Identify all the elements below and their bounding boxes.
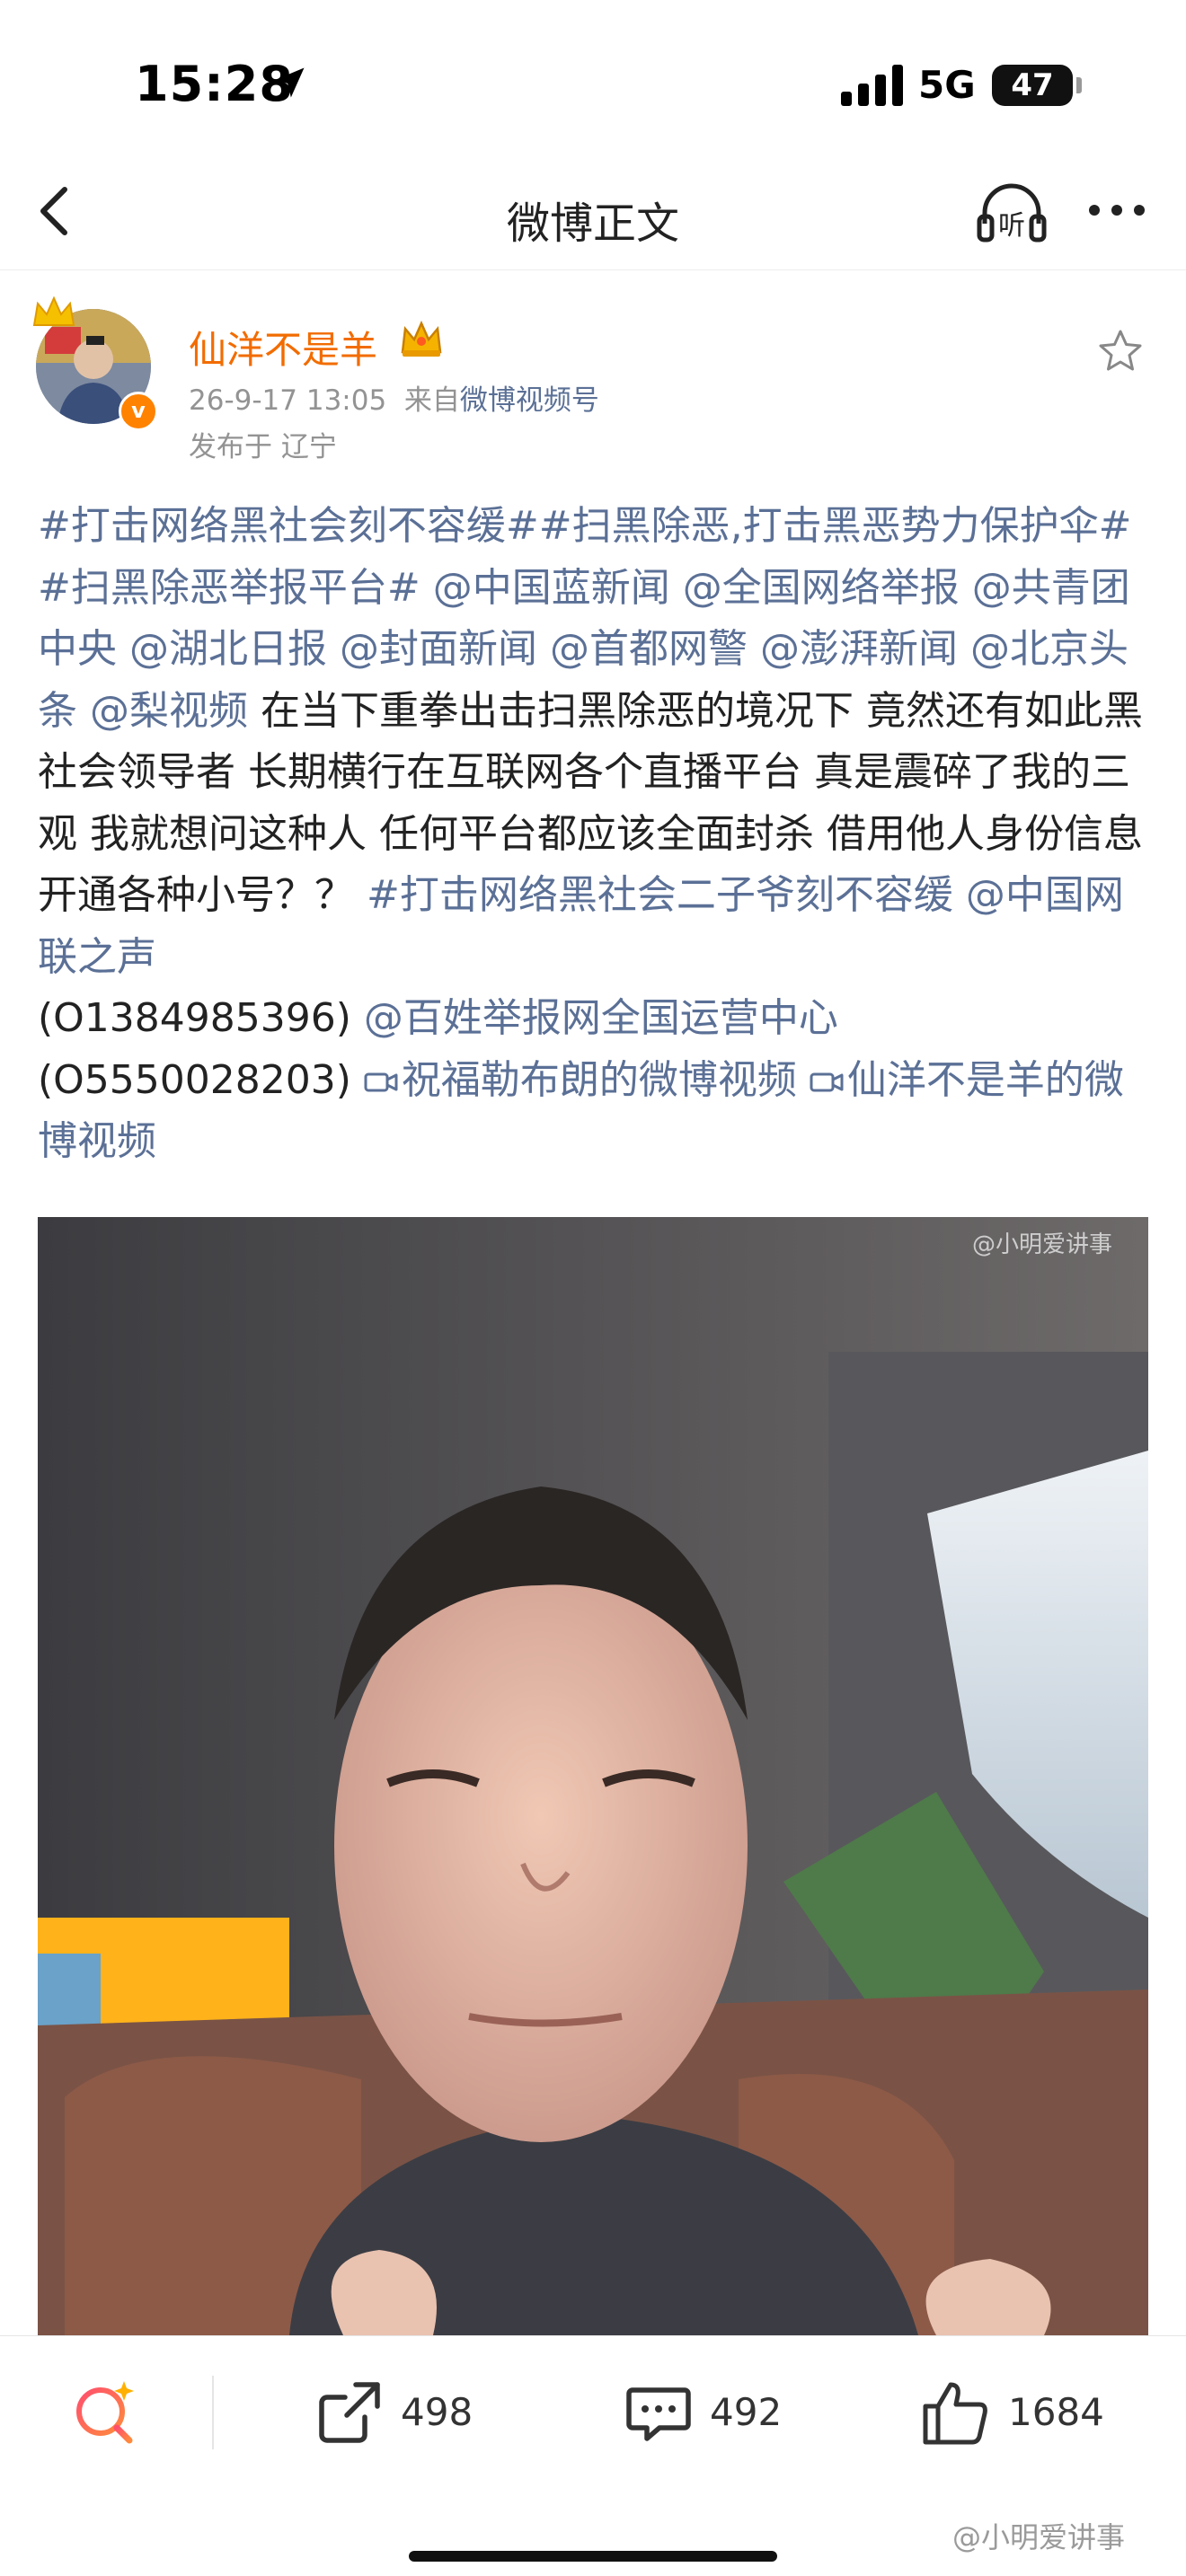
like-count: 1684 — [1008, 2390, 1104, 2434]
video-link[interactable]: 祝福勒布朗的微博视频 — [364, 1057, 797, 1103]
hashtag-link[interactable]: #打击网络黑社会刻不容缓# — [38, 503, 539, 549]
mention-link[interactable]: @梨视频 — [77, 688, 248, 734]
favorite-star-icon[interactable] — [1096, 327, 1145, 375]
phone-text: (O5550028203) — [38, 1056, 351, 1103]
member-crown-icon[interactable] — [397, 318, 446, 359]
hashtag-link[interactable]: #扫黑除恶举报平台# — [38, 565, 420, 611]
video-camera-icon — [810, 1072, 844, 1091]
mention-link[interactable]: @百姓举报网全国运营中心 — [351, 995, 838, 1041]
video-link-label: 祝福勒布朗的微博视频 — [401, 1056, 797, 1103]
video-player[interactable]: @小明爱讲事 — [38, 1217, 1148, 2335]
author-name[interactable]: 仙洋不是羊 — [189, 320, 377, 375]
share-icon — [319, 2382, 380, 2443]
post-location: 发布于 辽宁 — [189, 431, 337, 463]
battery-cap — [1076, 77, 1082, 93]
battery-icon: 47 — [992, 65, 1073, 106]
post-content: #打击网络黑社会刻不容缓##扫黑除恶,打击黑恶势力保护伞##扫黑除恶举报平台# … — [38, 496, 1152, 1173]
location-arrow-icon — [274, 67, 305, 98]
mention-link[interactable]: @封面新闻 — [327, 626, 537, 672]
mention-link[interactable]: @中国蓝新闻 — [420, 565, 670, 611]
network-type: 5G — [918, 63, 976, 107]
status-bar: 15:28 5G 47 — [0, 0, 1186, 157]
post-meta: 26-9-17 13:05 来自微博视频号 — [189, 377, 599, 418]
verified-badge-icon: v — [119, 392, 158, 431]
listen-headphones-icon[interactable]: 听 — [976, 177, 1048, 247]
mention-link[interactable]: @首都网警 — [537, 626, 748, 672]
mention-link[interactable]: @湖北日报 — [117, 626, 327, 672]
video-camera-icon — [364, 1072, 398, 1091]
ai-search-icon[interactable] — [70, 2376, 142, 2448]
action-divider — [212, 2376, 214, 2449]
listen-label: 听 — [998, 210, 1025, 242]
mention-link[interactable]: @澎湃新闻 — [748, 626, 958, 672]
comment-icon — [626, 2387, 691, 2441]
phone-text: (O1384985396) — [38, 995, 351, 1041]
video-frame-image — [38, 1217, 1148, 2335]
thumbs-up-icon — [923, 2382, 987, 2445]
hashtag-link[interactable]: #打击网络黑社会二子爷刻不容缓 — [367, 872, 953, 918]
home-indicator[interactable] — [409, 2551, 777, 2562]
crown-badge-icon — [32, 296, 75, 326]
more-options-icon[interactable] — [1085, 198, 1148, 222]
hashtag-link[interactable]: #扫黑除恶,打击黑恶势力保护伞# — [539, 503, 1132, 549]
action-bar: 498 492 1684 — [0, 2335, 1186, 2489]
mention-link[interactable]: @全国网络举报 — [670, 565, 960, 611]
author-header: v 仙洋不是羊 26-9-17 13:05 来自微博视频号 发布于 辽宁 — [0, 287, 1186, 476]
nav-bar: 微博正文 听 — [0, 157, 1186, 270]
repost-button[interactable]: 498 — [314, 2374, 485, 2451]
source-prefix: 来自 — [403, 384, 460, 417]
post-time: 26-9-17 13:05 — [189, 384, 387, 417]
source-link[interactable]: 微博视频号 — [460, 384, 599, 417]
corner-watermark: @小明爱讲事 — [952, 2520, 1126, 2554]
cellular-signal-icon — [841, 65, 903, 106]
repost-count: 498 — [401, 2390, 474, 2434]
like-button[interactable]: 1684 — [920, 2374, 1109, 2451]
avatar[interactable]: v — [32, 296, 158, 431]
comment-count: 492 — [710, 2390, 783, 2434]
video-watermark: @小明爱讲事 — [971, 1231, 1112, 1258]
comment-button[interactable]: 492 — [624, 2374, 794, 2451]
